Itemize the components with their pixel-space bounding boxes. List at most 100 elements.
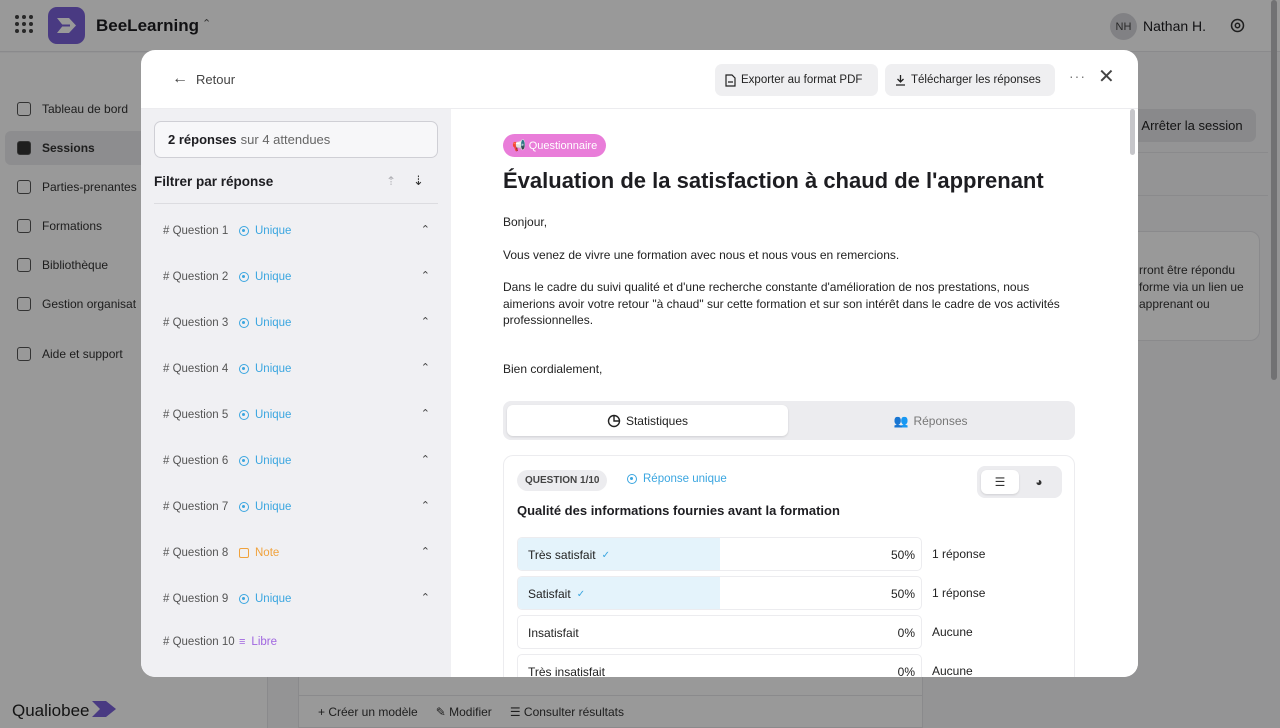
question-type-label: Unique xyxy=(255,455,292,467)
question-type-label: Unique xyxy=(255,317,292,329)
radio-icon xyxy=(239,226,249,236)
answer-row: Très satisfait ✓ 50% 1 réponse xyxy=(517,537,1064,571)
chevron-up-icon[interactable]: ⌃ xyxy=(421,315,430,328)
answer-percent: 50% xyxy=(890,587,915,601)
answer-count: 1 réponse xyxy=(932,586,986,600)
question-filter-item[interactable]: # Question 4 Unique ⌃ xyxy=(154,351,438,387)
export-pdf-button[interactable]: Exporter au format PDF xyxy=(715,64,878,96)
bars-icon[interactable]: ☰ xyxy=(981,470,1019,494)
download-responses-label: Télécharger les réponses xyxy=(911,74,1041,86)
question-label: # Question 4 xyxy=(163,363,229,375)
users-icon: 👥 xyxy=(893,413,909,428)
radio-icon xyxy=(239,318,249,328)
question-type: Unique xyxy=(239,271,291,283)
question-type: Unique xyxy=(239,363,291,375)
answer-label: Très insatisfait xyxy=(528,665,605,677)
results-panel: 📢 Questionnaire Évaluation de la satisfa… xyxy=(451,109,1138,677)
answer-text: Satisfait xyxy=(528,587,571,601)
download-icon xyxy=(896,75,905,86)
radio-icon xyxy=(239,594,249,604)
radio-icon xyxy=(239,502,249,512)
question-type-label: Libre xyxy=(251,636,277,648)
answer-row: Satisfait ✓ 50% 1 réponse xyxy=(517,576,1064,610)
modal-header: ← Retour Exporter au format PDF Téléchar… xyxy=(141,50,1138,109)
chevron-up-icon[interactable]: ⌃ xyxy=(421,407,430,420)
chevron-up-icon[interactable]: ⌃ xyxy=(421,499,430,512)
tab-statistics-label: Statistiques xyxy=(625,413,689,428)
question-filter-item[interactable]: # Question 2 Unique ⌃ xyxy=(154,259,438,295)
question-type-label: Unique xyxy=(255,225,292,237)
question-label: # Question 3 xyxy=(163,317,229,329)
chevron-up-icon[interactable]: ⌃ xyxy=(421,545,430,558)
question-filter-item[interactable]: # Question 5 Unique ⌃ xyxy=(154,397,438,433)
question-type: Unique xyxy=(239,225,291,237)
answer-percent: 0% xyxy=(897,626,915,640)
answer-count: Aucune xyxy=(932,664,973,677)
download-filter-icon[interactable]: ⇣ xyxy=(413,173,424,189)
tab-responses[interactable]: 👥 Réponses xyxy=(790,405,1071,436)
question-kind-label: Réponse unique xyxy=(643,473,727,485)
panel-scrollbar[interactable] xyxy=(1130,109,1135,155)
megaphone-icon: 📢 xyxy=(512,140,526,152)
radio-icon xyxy=(239,410,249,420)
question-filter-item[interactable]: # Question 10 ≡ Libre xyxy=(154,624,438,660)
back-button[interactable]: ← Retour xyxy=(172,69,235,89)
intro-paragraph: Bien cordialement, xyxy=(503,361,603,376)
answer-label: Satisfait ✓ xyxy=(528,587,585,601)
question-type-label: Unique xyxy=(255,409,292,421)
more-icon[interactable]: ··· xyxy=(1069,68,1086,84)
question-filter-item[interactable]: # Question 3 Unique ⌃ xyxy=(154,305,438,341)
question-label: # Question 10 xyxy=(163,636,235,648)
question-type-label: Unique xyxy=(255,363,292,375)
responses-count: 2 réponses xyxy=(168,132,237,147)
chevron-up-icon[interactable]: ⌃ xyxy=(421,453,430,466)
export-pdf-label: Exporter au format PDF xyxy=(741,74,863,86)
question-type-label: Unique xyxy=(255,593,292,605)
chevron-up-icon[interactable]: ⌃ xyxy=(421,361,430,374)
pie-chart-icon[interactable]: ◕ xyxy=(1020,470,1058,494)
answer-percent: 50% xyxy=(890,548,915,562)
responses-expected: sur 4 attendues xyxy=(240,132,331,147)
intro-paragraph: Bonjour, xyxy=(503,215,548,229)
responses-modal: ← Retour Exporter au format PDF Téléchar… xyxy=(141,50,1138,677)
answer-text: Insatisfait xyxy=(528,626,579,640)
chevron-up-icon[interactable]: ⌃ xyxy=(421,591,430,604)
chevron-up-icon[interactable]: ⌃ xyxy=(421,269,430,282)
question-number: QUESTION 1/10 xyxy=(517,470,608,491)
question-text: Qualité des informations fournies avant … xyxy=(517,503,840,518)
upload-icon[interactable]: ⇡ xyxy=(386,174,396,188)
question-filter-item[interactable]: # Question 9 Unique ⌃ xyxy=(154,581,438,617)
answer-bar: Très insatisfait 0% xyxy=(517,654,922,677)
question-filter-item[interactable]: # Question 7 Unique ⌃ xyxy=(154,489,438,525)
check-icon: ✓ xyxy=(576,588,586,600)
question-type-label: Unique xyxy=(255,501,292,513)
radio-icon xyxy=(239,272,249,282)
filter-panel: 2 réponses sur 4 attendues Filtrer par r… xyxy=(141,109,451,677)
question-type: Unique xyxy=(239,455,291,467)
question-filter-item[interactable]: # Question 8 Note ⌃ xyxy=(154,535,438,571)
question-label: # Question 9 xyxy=(163,593,229,605)
download-responses-button[interactable]: Télécharger les réponses xyxy=(885,64,1055,96)
question-type: Unique xyxy=(239,317,291,329)
intro-paragraph: Dans le cadre du suivi qualité et d'une … xyxy=(503,280,1060,327)
question-label: # Question 1 xyxy=(163,225,229,237)
intro-paragraph: Vous venez de vivre une formation avec n… xyxy=(503,247,900,262)
question-type-label: Note xyxy=(255,547,280,559)
arrow-left-icon: ← xyxy=(172,70,188,87)
question-type-label: Unique xyxy=(255,271,292,283)
question-filter-item[interactable]: # Question 1 Unique ⌃ xyxy=(154,213,438,249)
rating-icon xyxy=(239,548,249,558)
answer-count: 1 réponse xyxy=(932,547,986,561)
question-kind: Réponse unique xyxy=(627,473,727,485)
radio-icon xyxy=(239,364,249,374)
tab-statistics[interactable]: Statistiques xyxy=(507,405,788,436)
question-type: Unique xyxy=(239,409,291,421)
close-icon[interactable]: ✕ xyxy=(1098,66,1115,88)
answer-bar: Insatisfait 0% xyxy=(517,615,922,649)
text-lines-icon: ≡ xyxy=(239,636,246,648)
answer-row: Insatisfait 0% Aucune xyxy=(517,615,1064,649)
question-filter-item[interactable]: # Question 6 Unique ⌃ xyxy=(154,443,438,479)
question-label: # Question 7 xyxy=(163,501,229,513)
question-label: # Question 8 xyxy=(163,547,229,559)
chevron-up-icon[interactable]: ⌃ xyxy=(421,223,430,236)
